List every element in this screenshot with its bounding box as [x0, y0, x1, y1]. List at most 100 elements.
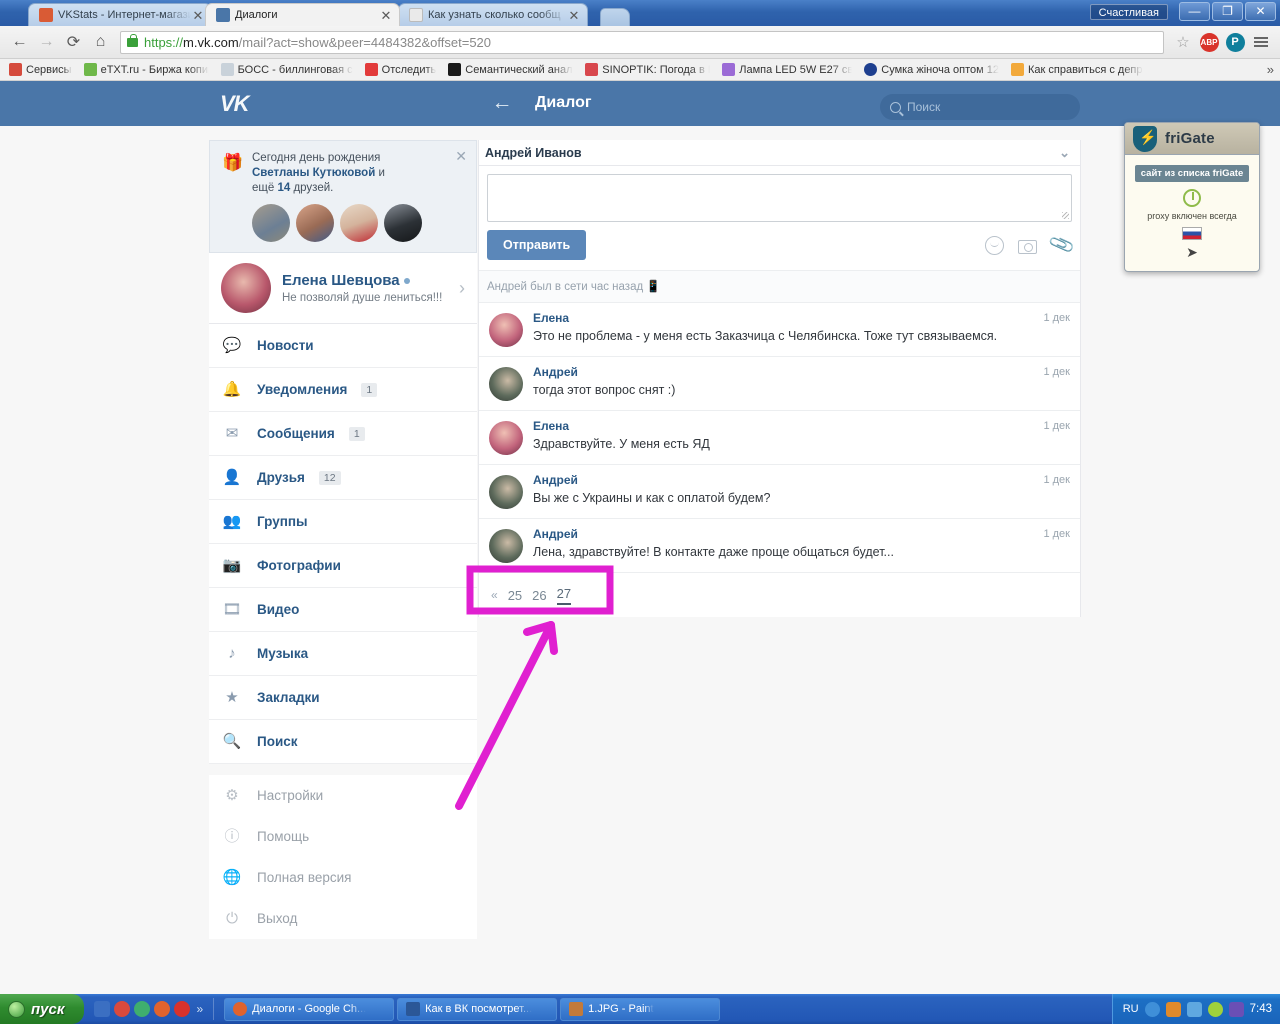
avatar[interactable] — [489, 475, 523, 509]
bookmark-item[interactable]: eTXT.ru - Биржа копир — [79, 61, 214, 79]
chrome-icon[interactable] — [154, 1001, 171, 1017]
tab-close-icon[interactable]: ✕ — [191, 9, 205, 22]
sidebar-item-bookmarks[interactable]: ★ Закладки — [209, 676, 477, 720]
message-author[interactable]: Елена — [533, 311, 1070, 325]
sidebar-item-news[interactable]: 💬 Новости — [209, 324, 477, 368]
address-bar[interactable]: https://m.vk.com/mail?act=show&peer=4484… — [120, 30, 1164, 54]
sidebar-item-logout[interactable]: ⏻ Выход — [209, 898, 477, 939]
browser-tab-0[interactable]: VKStats - Интернет-магази ✕ — [28, 3, 212, 26]
task-button[interactable]: 1.JPG - Paint — [560, 997, 721, 1021]
pagination-page-25[interactable]: 25 — [508, 588, 522, 603]
network-icon[interactable] — [1186, 1001, 1202, 1017]
sidebar-item-settings[interactable]: ⚙ Настройки — [209, 775, 477, 816]
quicklaunch-overflow-icon[interactable]: » — [196, 1002, 203, 1016]
printer-icon[interactable] — [1165, 1001, 1181, 1017]
sidebar-item-help[interactable]: ⓘ Помощь — [209, 816, 477, 857]
message-row[interactable]: Андрей Вы же с Украины и как с оплатой б… — [479, 465, 1080, 519]
vk-logo-icon[interactable]: VK — [220, 91, 250, 117]
message-input[interactable] — [487, 174, 1072, 222]
avatar[interactable] — [296, 204, 334, 242]
attach-icon[interactable]: 📎 — [1047, 230, 1076, 258]
start-button[interactable]: пуск — [0, 994, 85, 1024]
sidebar-item-groups[interactable]: 👥 Группы — [209, 500, 477, 544]
send-button[interactable]: Отправить — [487, 230, 587, 260]
bookmark-item[interactable]: Сумка жіноча оптом 12 — [859, 61, 1004, 79]
tab-close-icon[interactable]: ✕ — [379, 9, 393, 22]
profile-row[interactable]: Елена Шевцова Не позволяй душе лениться!… — [209, 253, 477, 324]
dialog-header[interactable]: Андрей Иванов ⌄ — [479, 140, 1080, 166]
bookmark-item[interactable]: Сервисы — [4, 61, 77, 79]
bookmark-item[interactable]: Лампа LED 5W E27 све — [717, 61, 857, 79]
pagination-page-26[interactable]: 26 — [532, 588, 546, 603]
bookmark-item[interactable]: SINOPTIK: Погода в Н — [580, 61, 715, 79]
sidebar-item-messages[interactable]: ✉ Сообщения 1 — [209, 412, 477, 456]
power-icon[interactable] — [1183, 189, 1201, 207]
avatar[interactable] — [252, 204, 290, 242]
chevron-down-icon[interactable]: ⌄ — [1059, 145, 1070, 161]
message-author[interactable]: Андрей — [533, 365, 1070, 379]
clock[interactable]: 7:43 — [1250, 1003, 1272, 1015]
close-icon[interactable]: ✕ — [455, 148, 467, 165]
message-row[interactable]: Елена Здравствуйте. У меня есть ЯД 1 дек — [479, 411, 1080, 465]
avatar[interactable] — [340, 204, 378, 242]
message-row[interactable]: Андрей Лена, здравствуйте! В контакте да… — [479, 519, 1080, 573]
search-input[interactable]: Поиск — [880, 94, 1080, 120]
browser-icon[interactable] — [134, 1001, 151, 1017]
avatar[interactable] — [489, 313, 523, 347]
maximize-icon[interactable]: ❐ — [1212, 2, 1243, 21]
bookmark-star-icon[interactable]: ☆ — [1170, 29, 1196, 55]
bookmark-item[interactable]: Семантический анали — [443, 61, 578, 79]
avatar[interactable] — [384, 204, 422, 242]
sidebar-item-video[interactable]: 🎞 Видео — [209, 588, 477, 632]
opera-icon[interactable] — [114, 1001, 131, 1017]
reload-icon[interactable]: ⟳ — [60, 30, 87, 55]
emoji-icon[interactable] — [985, 235, 1004, 255]
sidebar-item-search[interactable]: 🔍 Поиск — [209, 720, 477, 764]
birthday-name[interactable]: Светланы Кутюковой — [252, 167, 375, 179]
camera-icon[interactable] — [1018, 239, 1037, 254]
pagination-page-27[interactable]: 27 — [556, 586, 572, 605]
sidebar-item-full-version[interactable]: 🌐 Полная версия — [209, 857, 477, 898]
task-button[interactable]: Как в ВК посмотрет... — [397, 997, 558, 1021]
message-author[interactable]: Андрей — [533, 527, 1070, 541]
yandex-icon[interactable] — [174, 1001, 191, 1017]
minimize-icon[interactable]: — — [1179, 2, 1210, 21]
adblock-icon[interactable]: ABP — [1196, 29, 1222, 55]
message-author[interactable]: Андрей — [533, 473, 1070, 487]
task-button[interactable]: Диалоги - Google Ch... — [224, 997, 395, 1021]
chevron-right-icon[interactable]: › — [459, 278, 465, 299]
tab-close-icon[interactable]: ✕ — [567, 9, 581, 22]
browser-tab-2[interactable]: Как узнать сколько сообщ ✕ — [398, 3, 588, 26]
menu-icon[interactable] — [1248, 29, 1274, 55]
browser-tab-1[interactable]: Диалоги ✕ — [205, 3, 400, 26]
avatar[interactable] — [489, 421, 523, 455]
frigate-arrow-icon[interactable]: ➤ — [1131, 244, 1253, 261]
sidebar-item-friends[interactable]: 👤 Друзья 12 — [209, 456, 477, 500]
message-row[interactable]: Елена Это не проблема - у меня есть Зака… — [479, 303, 1080, 357]
home-icon[interactable]: ⌂ — [87, 30, 114, 55]
back-arrow-icon[interactable]: ← — [489, 90, 515, 116]
sidebar-item-photos[interactable]: 📷 Фотографии — [209, 544, 477, 588]
new-tab-button[interactable] — [600, 8, 630, 26]
bookmark-item[interactable]: Как справиться с депр — [1006, 61, 1148, 79]
avatar[interactable] — [489, 529, 523, 563]
language-indicator[interactable]: RU — [1123, 1003, 1139, 1015]
show-desktop-icon[interactable] — [94, 1001, 111, 1017]
pocket-icon[interactable]: P — [1222, 29, 1248, 55]
back-icon[interactable]: ← — [6, 30, 33, 55]
forward-icon[interactable]: → — [33, 30, 60, 55]
sidebar-item-music[interactable]: ♪ Музыка — [209, 632, 477, 676]
bookmark-item[interactable]: БОСС - биллинговая с — [216, 61, 358, 79]
close-icon[interactable]: ✕ — [1245, 2, 1276, 21]
message-author[interactable]: Елена — [533, 419, 1070, 433]
update-icon[interactable] — [1207, 1001, 1223, 1017]
pagination-prev[interactable]: « — [491, 588, 498, 602]
sidebar-item-notifications[interactable]: 🔔 Уведомления 1 — [209, 368, 477, 412]
bookmarks-overflow-icon[interactable]: » — [1267, 62, 1274, 77]
avatar[interactable] — [489, 367, 523, 401]
avatar[interactable] — [221, 263, 271, 313]
app-tray-icon[interactable] — [1228, 1001, 1244, 1017]
show-hidden-icons-icon[interactable] — [1144, 1001, 1160, 1017]
message-row[interactable]: Андрей тогда этот вопрос снят :) 1 дек — [479, 357, 1080, 411]
bookmark-item[interactable]: Отследить — [360, 61, 442, 79]
